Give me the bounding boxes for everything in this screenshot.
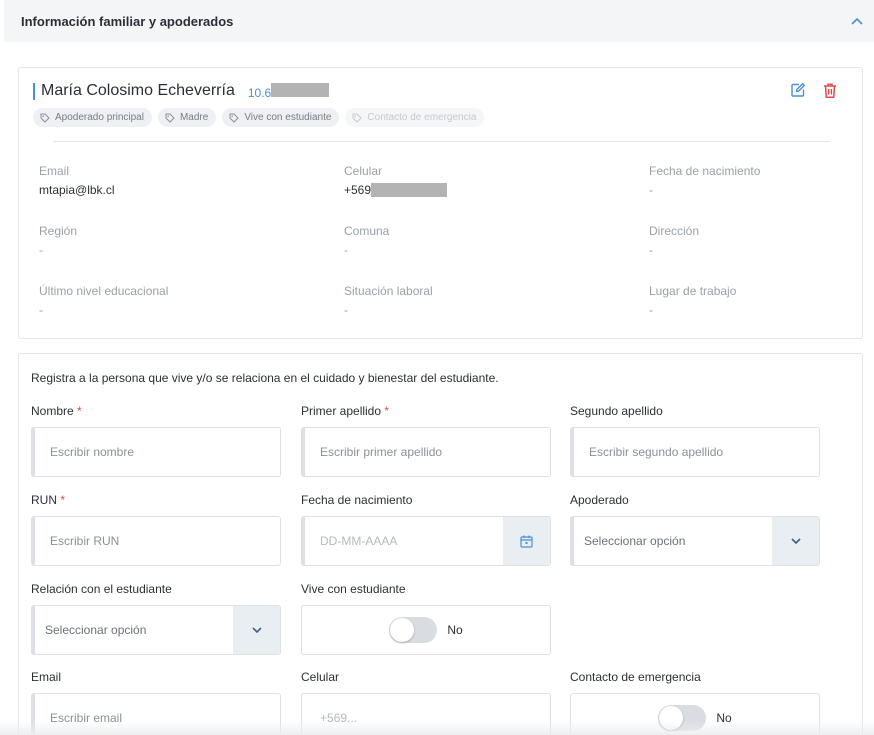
detail-comuna: Comuna - <box>344 224 390 257</box>
tag-madre: Madre <box>157 108 217 127</box>
primer-apellido-input[interactable]: Escribir primer apellido <box>301 427 551 477</box>
relacion-label: Relación con el estudiante <box>31 582 172 596</box>
tag-icon <box>352 113 363 123</box>
section-header[interactable]: Información familiar y apoderados <box>4 0 874 42</box>
detail-region: Región - <box>39 224 78 257</box>
chevron-up-icon[interactable] <box>850 14 864 28</box>
run-input[interactable]: Escribir RUN <box>31 516 281 566</box>
detail-email: Email mtapia@lbk.cl <box>39 164 115 197</box>
vive-con-label: Vive con estudiante <box>301 582 406 596</box>
fecha-nacimiento-input[interactable]: DD-MM-AAAA <box>301 516 551 566</box>
vive-con-toggle[interactable] <box>389 617 438 643</box>
edit-icon[interactable] <box>789 81 807 99</box>
person-card: María Colosimo Echeverría 10.6 Apoderado… <box>18 67 863 339</box>
apoderado-select[interactable]: Seleccionar opción <box>570 516 820 566</box>
family-form-card: Registra a la persona que vive y/o se re… <box>18 353 863 735</box>
nombre-label: Nombre * <box>31 404 82 418</box>
detail-nivel-educacional: Último nivel educacional - <box>39 284 169 317</box>
tag-icon <box>229 113 240 123</box>
apoderado-label: Apoderado <box>570 493 629 507</box>
run-label: RUN * <box>31 493 66 507</box>
vive-con-toggle-text: No <box>447 623 463 637</box>
relacion-select[interactable]: Seleccionar opción <box>31 605 281 655</box>
chevron-down-icon[interactable] <box>772 517 819 565</box>
tag-icon <box>40 113 50 123</box>
fecha-nacimiento-label: Fecha de nacimiento <box>301 493 413 507</box>
chevron-down-icon[interactable] <box>233 606 280 654</box>
segundo-apellido-input[interactable]: Escribir segundo apellido <box>570 427 820 477</box>
redacted-block <box>271 82 330 97</box>
vive-con-toggle-box: No <box>301 605 551 655</box>
primer-apellido-label: Primer apellido * <box>301 404 390 418</box>
divider <box>53 141 830 142</box>
celular-label: Celular <box>301 670 340 684</box>
person-header: María Colosimo Echeverría 10.6 <box>33 82 330 100</box>
accent-bar <box>33 82 35 100</box>
detail-situacion-laboral: Situación laboral - <box>344 284 433 317</box>
detail-lugar-trabajo: Lugar de trabajo - <box>649 284 737 317</box>
person-name: María Colosimo Echeverría <box>41 82 235 99</box>
calendar-icon[interactable] <box>503 517 550 565</box>
email-label: Email <box>31 670 62 684</box>
redacted-block <box>371 183 448 197</box>
card-actions <box>789 81 839 99</box>
form-intro: Registra a la persona que vive y/o se re… <box>31 371 499 385</box>
bottom-fade <box>0 721 874 735</box>
person-run: 10.6 <box>248 82 330 100</box>
detail-celular: Celular +569 <box>344 164 448 197</box>
contacto-emergencia-label: Contacto de emergencia <box>570 670 701 684</box>
detail-fecha-nacimiento: Fecha de nacimiento - <box>649 164 761 197</box>
segundo-apellido-label: Segundo apellido <box>570 404 663 418</box>
tag-list: Apoderado principal Madre Vive con estud… <box>33 108 485 127</box>
tag-contacto-emergencia: Contacto de emergencia <box>345 108 485 127</box>
tag-vive-con: Vive con estudiante <box>222 108 340 127</box>
tag-icon <box>165 113 175 123</box>
detail-direccion: Dirección - <box>649 224 700 257</box>
section-title: Información familiar y apoderados <box>21 13 234 29</box>
trash-icon[interactable] <box>821 81 839 99</box>
nombre-input[interactable]: Escribir nombre <box>31 427 281 477</box>
tag-apoderado: Apoderado principal <box>33 108 152 127</box>
